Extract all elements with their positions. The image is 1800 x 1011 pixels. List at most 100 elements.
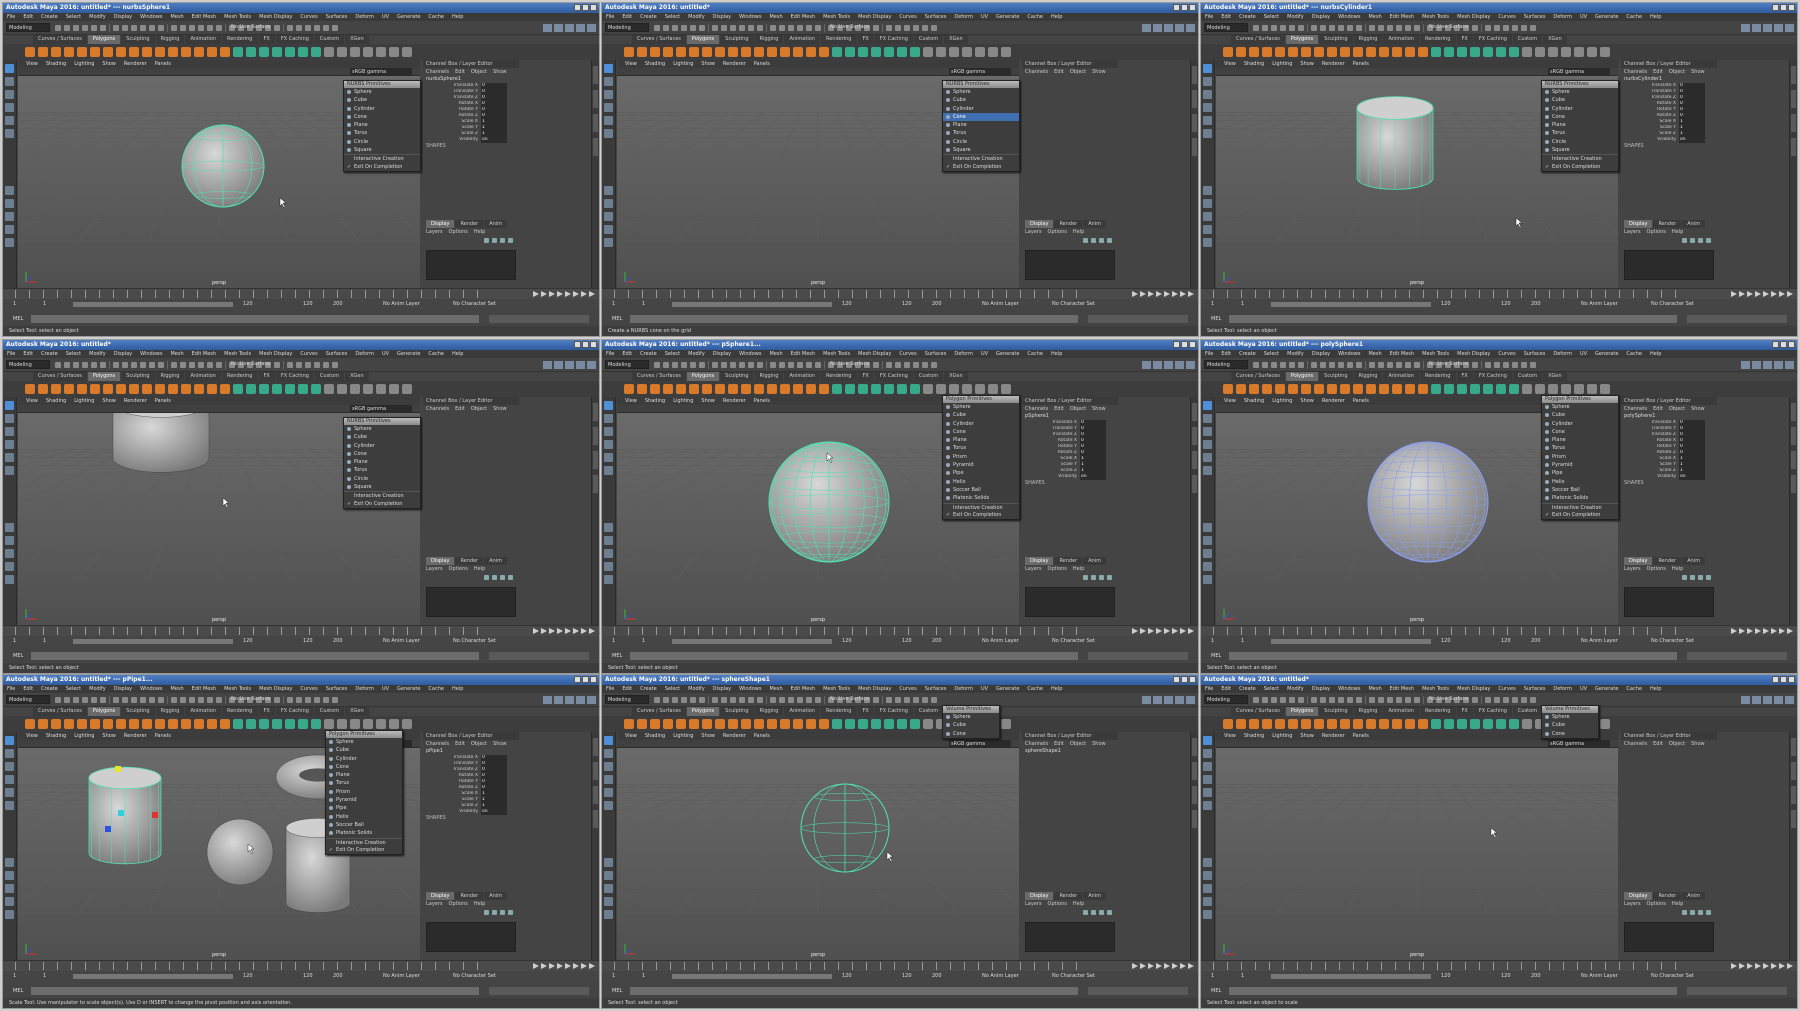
tool-icon[interactable] (748, 362, 754, 368)
shelf-tool-icon[interactable] (1457, 384, 1467, 394)
tool-icon[interactable] (207, 362, 213, 368)
layer-option-help[interactable]: Help (1073, 900, 1084, 908)
viewport-menu-lighting[interactable]: Lighting (1272, 60, 1292, 68)
tool-icon[interactable] (815, 25, 821, 31)
viewport-menu-lighting[interactable]: Lighting (74, 732, 94, 740)
layout-four-icon[interactable] (1203, 536, 1212, 545)
range-anim-end[interactable]: 200 (1531, 636, 1541, 647)
paint-select-icon[interactable] (604, 762, 613, 771)
tool-icon[interactable] (180, 697, 186, 703)
viewport-menu-show[interactable]: Show (1300, 732, 1314, 740)
play-button-icon[interactable] (549, 628, 555, 634)
tool-icon[interactable] (739, 25, 745, 31)
select-tool-icon[interactable] (604, 736, 613, 745)
range-playback-start[interactable]: 1 (1241, 299, 1244, 310)
range-playback-end[interactable]: 120 (842, 636, 852, 647)
tool-icon[interactable] (1271, 697, 1277, 703)
lasso-tool-icon[interactable] (5, 749, 14, 758)
menu-create[interactable]: Create (41, 685, 58, 693)
tool-icon[interactable] (82, 25, 88, 31)
menu-select[interactable]: Select (66, 685, 81, 693)
color-management-gamma[interactable]: sRGB gamma (949, 68, 1011, 76)
channel-tab-object[interactable]: Object (1070, 68, 1086, 76)
shelf-tool-icon[interactable] (207, 384, 217, 394)
channel-tab-edit[interactable]: Edit (455, 68, 465, 76)
layer-option-layers[interactable]: Layers (1624, 228, 1641, 236)
range-bar[interactable] (1271, 302, 1431, 307)
menu-mesh[interactable]: Mesh (170, 685, 183, 693)
tab-sculpting[interactable]: Sculpting (720, 707, 754, 716)
shelf-tool-icon[interactable] (650, 384, 660, 394)
channel-tab-edit[interactable]: Edit (455, 405, 465, 413)
tool-icon[interactable] (207, 25, 213, 31)
shelf-tool-icon[interactable] (702, 47, 712, 57)
tool-icon[interactable] (1262, 25, 1268, 31)
panel-toggle-icon[interactable] (576, 696, 585, 704)
maximize-button[interactable] (1181, 4, 1188, 11)
panel-toggle-icon[interactable] (1164, 24, 1173, 32)
menu-item-prism[interactable]: Prism (1542, 453, 1618, 461)
side-tab[interactable] (593, 138, 598, 156)
play-button-icon[interactable] (1172, 628, 1178, 634)
range-playback-end[interactable]: 120 (842, 299, 852, 310)
tab-rigging[interactable]: Rigging (1353, 35, 1383, 44)
play-button-icon[interactable] (1148, 963, 1154, 969)
tab-fx[interactable]: FX (1456, 707, 1473, 716)
menu-deform[interactable]: Deform (954, 13, 973, 21)
menu-display[interactable]: Display (1312, 685, 1330, 693)
play-button-icon[interactable] (541, 963, 547, 969)
viewport[interactable]: ViewShadingLightingShowRendererPanelssRG… (617, 732, 1019, 960)
layout-persp-icon[interactable] (5, 575, 14, 584)
viewport-menu-renderer[interactable]: Renderer (124, 60, 147, 68)
tool-icon[interactable] (198, 362, 204, 368)
layer-tab-display[interactable]: Display (1624, 220, 1653, 228)
menu-surfaces[interactable]: Surfaces (326, 13, 348, 21)
layer-option-options[interactable]: Options (449, 900, 468, 908)
tool-icon[interactable] (149, 25, 155, 31)
tool-icon[interactable] (1298, 25, 1304, 31)
viewport-menu-renderer[interactable]: Renderer (124, 732, 147, 740)
menu-item-prism[interactable]: Prism (943, 453, 1019, 461)
range-end-field[interactable]: 120 (1501, 636, 1511, 647)
shelf-tool-icon[interactable] (38, 47, 48, 57)
lasso-tool-icon[interactable] (1203, 77, 1212, 86)
tab-animation[interactable]: Animation (1383, 707, 1419, 716)
paint-select-icon[interactable] (1203, 90, 1212, 99)
menu-file[interactable]: File (606, 350, 614, 358)
menu-item-plane[interactable]: Plane (1542, 436, 1618, 444)
layer-action-icon[interactable] (500, 237, 505, 243)
play-button-icon[interactable] (1755, 291, 1761, 297)
tab-sculpting[interactable]: Sculpting (1319, 707, 1353, 716)
panel-toggle-icon[interactable] (587, 24, 596, 32)
tool-icon[interactable] (158, 362, 164, 368)
viewport-menu-lighting[interactable]: Lighting (673, 60, 693, 68)
shelf-tool-icon[interactable] (754, 384, 764, 394)
maximize-button[interactable] (1181, 341, 1188, 348)
range-bar[interactable] (73, 302, 233, 307)
tool-icon[interactable] (806, 362, 812, 368)
shelf-tool-icon[interactable] (1457, 719, 1467, 729)
tool-icon[interactable] (797, 697, 803, 703)
scale-tool-icon[interactable] (604, 129, 613, 138)
menu-display[interactable]: Display (713, 13, 731, 21)
shelf-tool-icon[interactable] (1392, 47, 1402, 57)
lasso-tool-icon[interactable] (5, 77, 14, 86)
tool-icon[interactable] (158, 697, 164, 703)
side-tab[interactable] (593, 451, 598, 469)
layer-option-layers[interactable]: Layers (426, 565, 443, 573)
play-button-icon[interactable] (1132, 291, 1138, 297)
shelf-tool-icon[interactable] (324, 384, 334, 394)
layer-tab-display[interactable]: Display (426, 557, 455, 565)
scale-tool-icon[interactable] (5, 129, 14, 138)
range-anim-end[interactable]: 200 (932, 971, 942, 982)
menu-item-cube[interactable]: Cube (344, 433, 420, 441)
panel-toggle-icon[interactable] (587, 696, 596, 704)
tool-icon[interactable] (158, 25, 164, 31)
layer-tab-render[interactable]: Render (455, 220, 484, 228)
tool-icon[interactable] (690, 25, 696, 31)
channel-tab-edit[interactable]: Edit (1054, 740, 1064, 748)
tool-icon[interactable] (314, 25, 320, 31)
layer-tab-anim[interactable]: Anim (1682, 557, 1706, 565)
menu-item-circle[interactable]: Circle (344, 475, 420, 483)
close-button[interactable] (1189, 341, 1196, 348)
